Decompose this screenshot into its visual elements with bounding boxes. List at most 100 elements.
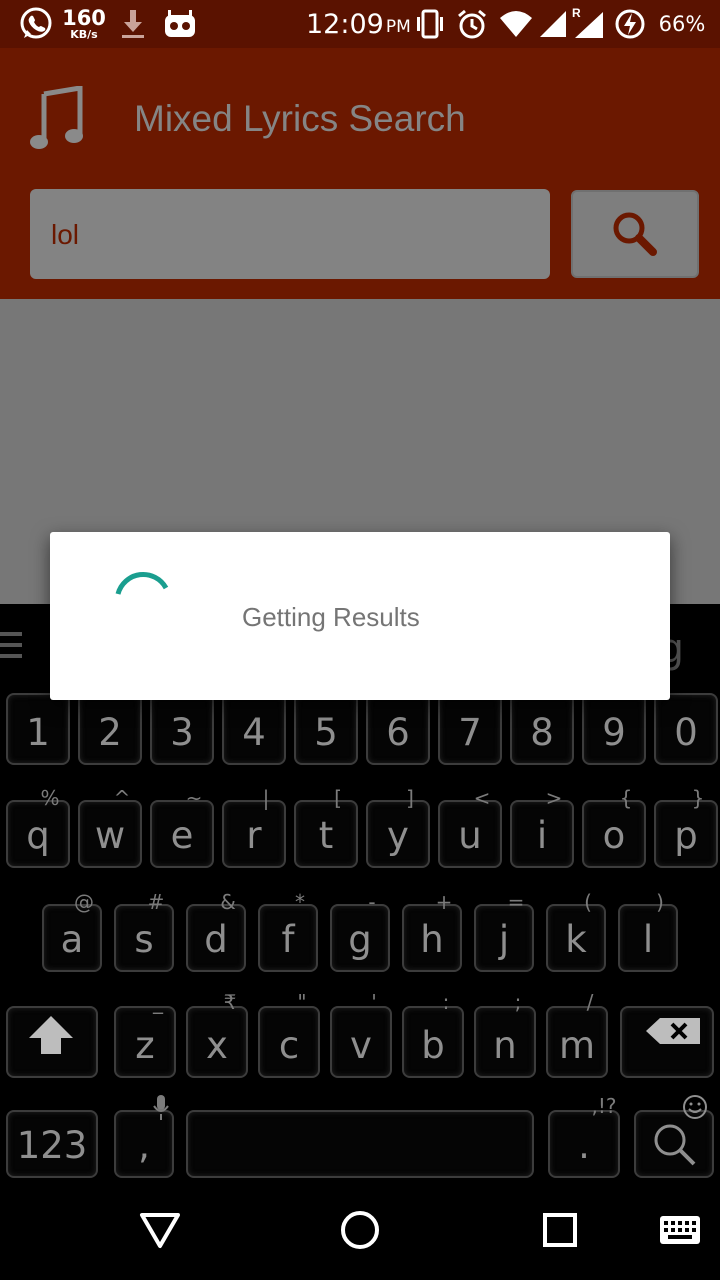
key-t[interactable]: t (294, 800, 358, 868)
wifi-icon (498, 0, 534, 48)
key-hint-h: + (435, 890, 453, 914)
period-key-hint: ,!? (591, 1094, 617, 1118)
symbols-mode-key[interactable]: 123 (6, 1110, 98, 1178)
key-hint-k: ( (584, 890, 592, 914)
key-k[interactable]: k (546, 904, 606, 972)
key-o-label: o (602, 814, 626, 857)
key-number-9[interactable]: 9 (582, 693, 646, 765)
vibrate-icon (412, 0, 448, 48)
key-i[interactable]: i (510, 800, 574, 868)
clock-time: 12:09 (306, 8, 384, 40)
loading-spinner-icon (115, 571, 169, 595)
key-v[interactable]: v (330, 1006, 392, 1078)
key-t-label: t (318, 814, 334, 857)
key-h[interactable]: h (402, 904, 462, 972)
emoji-icon (683, 1095, 707, 1119)
microphone-icon (153, 1095, 169, 1120)
key-b[interactable]: b (402, 1006, 464, 1078)
keyboard-menu-icon[interactable] (0, 632, 22, 665)
key-number-6[interactable]: 6 (366, 693, 430, 765)
search-button[interactable] (571, 190, 699, 278)
key-q[interactable]: q (6, 800, 70, 868)
key-hint-w: ^ (113, 786, 131, 810)
key-g-label: g (348, 918, 372, 961)
alarm-icon (454, 0, 490, 48)
key-number-0[interactable]: 0 (654, 693, 718, 765)
key-x-label: x (206, 1024, 228, 1067)
key-e-label: e (170, 814, 194, 857)
key-u[interactable]: u (438, 800, 502, 868)
key-e[interactable]: e (150, 800, 214, 868)
key-r-label: r (246, 814, 262, 857)
key-h-label: h (420, 918, 444, 961)
key-f[interactable]: f (258, 904, 318, 972)
key-s[interactable]: s (114, 904, 174, 972)
cyanogen-mod-icon (162, 0, 198, 48)
key-hint-o: { (619, 786, 633, 810)
key-o[interactable]: o (582, 800, 646, 868)
space-key[interactable] (186, 1110, 534, 1178)
key-n-label: n (493, 1024, 517, 1067)
key-r[interactable]: r (222, 800, 286, 868)
key-hint-p: } (691, 786, 705, 810)
keyboard-icon (660, 1216, 700, 1244)
keyboard-switch-button[interactable] (650, 1200, 710, 1260)
search-action-key[interactable] (634, 1095, 714, 1178)
key-a[interactable]: a (42, 904, 102, 972)
backspace-icon (646, 1018, 700, 1044)
key-w[interactable]: w (78, 800, 142, 868)
key-d-label: d (204, 918, 228, 961)
whatsapp-icon (16, 0, 56, 48)
shift-icon (29, 1016, 73, 1054)
key-p[interactable]: p (654, 800, 718, 868)
key-x[interactable]: x (186, 1006, 248, 1078)
key-hint-c: " (297, 990, 307, 1014)
download-icon (118, 0, 148, 48)
clock: 12:09 PM (306, 0, 416, 48)
key-c[interactable]: c (258, 1006, 320, 1078)
key-j[interactable]: j (474, 904, 534, 972)
key-l[interactable]: l (618, 904, 678, 972)
period-key[interactable]: . (548, 1110, 620, 1178)
key-y[interactable]: y (366, 800, 430, 868)
key-number-0-label: 0 (674, 711, 698, 754)
key-z-label: z (135, 1024, 155, 1067)
search-input[interactable]: lol (30, 189, 550, 279)
key-a-label: a (60, 918, 84, 961)
shift-key[interactable] (6, 1006, 98, 1078)
key-number-8[interactable]: 8 (510, 693, 574, 765)
backspace-key[interactable] (620, 1006, 714, 1078)
app-title: Mixed Lyrics Search (134, 98, 466, 139)
navigation-bar (0, 1180, 720, 1280)
key-number-2[interactable]: 2 (78, 693, 142, 765)
back-button[interactable] (130, 1200, 190, 1260)
key-number-7-label: 7 (458, 711, 482, 754)
key-number-5[interactable]: 5 (294, 693, 358, 765)
symbols-mode-key-label: 123 (16, 1124, 88, 1167)
key-m[interactable]: m (546, 1006, 608, 1078)
comma-key[interactable]: , (114, 1095, 174, 1178)
key-number-4[interactable]: 4 (222, 693, 286, 765)
key-number-1-label: 1 (26, 711, 50, 754)
keyboard-search-icon (654, 1124, 696, 1166)
home-button[interactable] (330, 1200, 390, 1260)
key-f-label: f (281, 918, 295, 961)
key-m-label: m (558, 1024, 596, 1067)
key-number-7[interactable]: 7 (438, 693, 502, 765)
key-z[interactable]: z (114, 1006, 176, 1078)
key-number-3[interactable]: 3 (150, 693, 214, 765)
search-icon (613, 212, 657, 256)
battery-saver-icon (612, 0, 648, 48)
key-number-1[interactable]: 1 (6, 693, 70, 765)
key-g[interactable]: g (330, 904, 390, 972)
key-d[interactable]: d (186, 904, 246, 972)
period-key-label: . (578, 1124, 590, 1167)
key-hint-m: / (586, 990, 594, 1014)
key-i-label: i (536, 814, 548, 857)
key-hint-a: @ (74, 890, 94, 914)
key-w-label: w (94, 814, 126, 857)
recents-button[interactable] (530, 1200, 590, 1260)
key-b-label: b (421, 1024, 445, 1067)
network-speed-value: 160 (62, 6, 106, 30)
key-n[interactable]: n (474, 1006, 536, 1078)
